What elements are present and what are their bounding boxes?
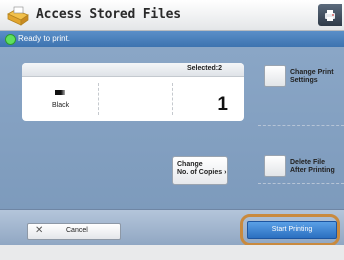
change-print-settings-label: Settings — [290, 77, 318, 84]
job-summary-card: Selected:2 Black 1 — [22, 63, 244, 121]
footer-strip — [0, 245, 344, 260]
printer-menu-button[interactable] — [318, 4, 342, 26]
divider — [258, 183, 344, 184]
job-summary-header: Selected:2 — [22, 63, 244, 77]
change-copies-label: No. of Copies — [177, 169, 223, 176]
status-bar: Ready to print. — [0, 31, 344, 47]
selected-count: Selected:2 — [186, 65, 222, 72]
checkbox-square-icon — [264, 155, 286, 177]
close-icon: ✕ — [35, 225, 44, 236]
status-text: Ready to print. — [18, 34, 71, 43]
side-options: Change Print Settings Delete File After … — [258, 47, 344, 209]
folder-print-icon — [7, 6, 29, 26]
title-bar: Access Stored Files — [0, 0, 344, 31]
ready-indicator-icon — [5, 34, 16, 45]
black-color-icon — [55, 90, 65, 95]
copies-count: 1 — [217, 94, 228, 115]
page-title: Access Stored Files — [36, 7, 181, 22]
divider — [258, 125, 344, 126]
printer-menu-icon — [325, 10, 335, 21]
action-bar: ✕ Cancel Start Printing — [0, 209, 344, 246]
change-print-settings-label: Change Print — [290, 69, 334, 76]
change-print-settings-button[interactable]: Change Print Settings — [260, 61, 344, 89]
delete-after-printing-label: After Printing — [290, 167, 335, 174]
start-printing-button[interactable]: Start Printing — [247, 221, 337, 239]
chevron-right-icon: › — [224, 169, 227, 176]
divider — [98, 83, 99, 115]
settings-square-icon — [264, 65, 286, 87]
cancel-label: Cancel — [66, 227, 88, 234]
delete-after-printing-toggle[interactable]: Delete File After Printing — [260, 151, 344, 179]
color-mode-label: Black — [52, 102, 70, 109]
delete-after-printing-label: Delete File — [290, 159, 326, 166]
cancel-button[interactable]: ✕ Cancel — [27, 223, 121, 240]
divider — [172, 83, 173, 115]
change-copies-label: Change — [177, 161, 203, 168]
change-copies-button[interactable]: Change No. of Copies › — [172, 156, 228, 185]
